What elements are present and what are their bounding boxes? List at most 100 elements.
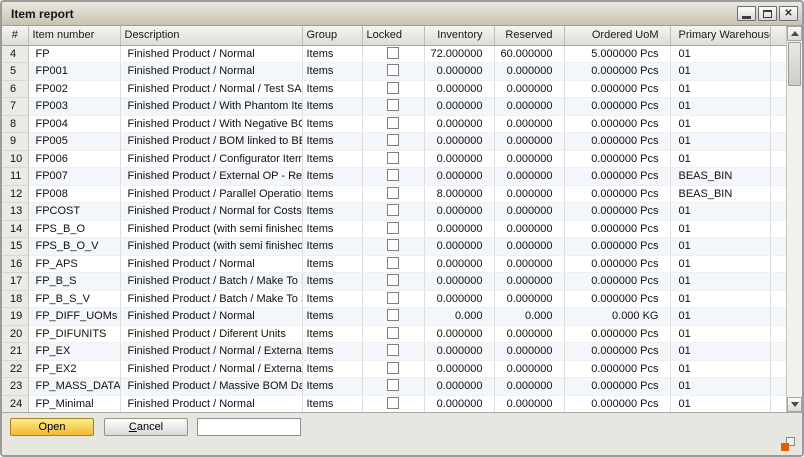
group-cell[interactable]: Items [302,45,362,63]
locked-checkbox[interactable] [387,257,399,269]
reserved-cell[interactable]: 0.000000 [494,360,564,378]
ordered-uom-cell[interactable]: 0.000000 Pcs [564,360,670,378]
reserved-cell[interactable]: 0.000000 [494,185,564,203]
primary-warehouse-cell[interactable]: 01 [670,360,770,378]
inventory-cell[interactable]: 0.000000 [424,115,494,133]
cancel-button[interactable]: Cancel [104,418,188,436]
reserved-cell[interactable]: 0.000000 [494,273,564,291]
column-header-locked[interactable]: Locked [362,26,424,45]
item-number-cell[interactable]: FP007 [28,168,120,186]
primary-warehouse-cell[interactable]: 01 [670,80,770,98]
group-cell[interactable]: Items [302,290,362,308]
item-number-cell[interactable]: FP006 [28,150,120,168]
item-number-cell[interactable]: FP003 [28,98,120,116]
primary-warehouse-cell[interactable]: 01 [670,133,770,151]
item-number-cell[interactable]: FP005 [28,133,120,151]
group-cell[interactable]: Items [302,80,362,98]
minimize-button[interactable] [737,6,756,21]
item-number-cell[interactable]: FP_MASS_DATA [28,378,120,396]
locked-checkbox[interactable] [387,169,399,181]
locked-checkbox[interactable] [387,309,399,321]
primary-warehouse-cell[interactable]: 01 [670,150,770,168]
inventory-cell[interactable]: 0.000000 [424,360,494,378]
table-row[interactable]: 14 FPS_B_O Finished Product (with semi f… [2,220,786,238]
scrollbar-thumb[interactable] [788,42,801,86]
description-cell[interactable]: Finished Product / Batch / Make To St [120,290,302,308]
ordered-uom-cell[interactable]: 0.000000 Pcs [564,325,670,343]
description-cell[interactable]: Finished Product / Normal [120,308,302,326]
item-number-cell[interactable]: FP008 [28,185,120,203]
primary-warehouse-cell[interactable]: 01 [670,63,770,81]
ordered-uom-cell[interactable]: 0.000000 Pcs [564,115,670,133]
table-row[interactable]: 21 FP_EX Finished Product / Normal / Ext… [2,343,786,361]
reserved-cell[interactable]: 0.000000 [494,98,564,116]
table-row[interactable]: 8 FP004 Finished Product / With Negative… [2,115,786,133]
ordered-uom-cell[interactable]: 0.000000 Pcs [564,220,670,238]
group-cell[interactable]: Items [302,360,362,378]
item-number-cell[interactable]: FP [28,45,120,63]
reserved-cell[interactable]: 0.000000 [494,63,564,81]
locked-checkbox[interactable] [387,64,399,76]
ordered-uom-cell[interactable]: 0.000000 Pcs [564,150,670,168]
ordered-uom-cell[interactable]: 0.000 KG [564,308,670,326]
locked-checkbox[interactable] [387,239,399,251]
ordered-uom-cell[interactable]: 0.000000 Pcs [564,273,670,291]
locked-checkbox[interactable] [387,344,399,356]
locked-checkbox[interactable] [387,292,399,304]
primary-warehouse-cell[interactable]: 01 [670,308,770,326]
reserved-cell[interactable]: 0.000000 [494,80,564,98]
primary-warehouse-cell[interactable]: 01 [670,45,770,63]
primary-warehouse-cell[interactable]: 01 [670,115,770,133]
reserved-cell[interactable]: 0.000000 [494,343,564,361]
locked-checkbox[interactable] [387,187,399,199]
group-cell[interactable]: Items [302,238,362,256]
table-row[interactable]: 7 FP003 Finished Product / With Phantom … [2,98,786,116]
item-number-cell[interactable]: FP004 [28,115,120,133]
reserved-cell[interactable]: 0.000000 [494,133,564,151]
locked-checkbox[interactable] [387,327,399,339]
primary-warehouse-cell[interactable]: 01 [670,325,770,343]
description-cell[interactable]: Finished Product / Normal [120,45,302,63]
column-header-group[interactable]: Group [302,26,362,45]
ordered-uom-cell[interactable]: 0.000000 Pcs [564,80,670,98]
description-cell[interactable]: Finished Product / Configurator Item [120,150,302,168]
table-row[interactable]: 10 FP006 Finished Product / Configurator… [2,150,786,168]
open-button[interactable]: Open [10,418,94,436]
locked-checkbox[interactable] [387,362,399,374]
primary-warehouse-cell[interactable]: 01 [670,343,770,361]
inventory-cell[interactable]: 0.000000 [424,220,494,238]
group-cell[interactable]: Items [302,220,362,238]
group-cell[interactable]: Items [302,185,362,203]
ordered-uom-cell[interactable]: 0.000000 Pcs [564,255,670,273]
table-row[interactable]: 9 FP005 Finished Product / BOM linked to… [2,133,786,151]
table-row[interactable]: 5 FP001 Finished Product / Normal Items … [2,63,786,81]
group-cell[interactable]: Items [302,150,362,168]
table-row[interactable]: 15 FPS_B_O_V Finished Product (with semi… [2,238,786,256]
group-cell[interactable]: Items [302,98,362,116]
inventory-cell[interactable]: 0.000000 [424,343,494,361]
description-cell[interactable]: Finished Product (with semi finished) / [120,238,302,256]
description-cell[interactable]: Finished Product / Batch / Make To St [120,273,302,291]
vertical-scrollbar[interactable] [786,26,802,412]
table-row[interactable]: 22 FP_EX2 Finished Product / Normal / Ex… [2,360,786,378]
column-header-ordered-uom[interactable]: Ordered UoM [564,26,670,45]
description-cell[interactable]: Finished Product / Normal [120,395,302,412]
reserved-cell[interactable]: 0.000000 [494,150,564,168]
item-number-cell[interactable]: FPS_B_O_V [28,238,120,256]
item-number-cell[interactable]: FP001 [28,63,120,81]
description-cell[interactable]: Finished Product / Diferent Units [120,325,302,343]
table-row[interactable]: 20 FP_DIFUNITS Finished Product / Difere… [2,325,786,343]
description-cell[interactable]: Finished Product / Normal [120,63,302,81]
ordered-uom-cell[interactable]: 0.000000 Pcs [564,290,670,308]
column-header-number[interactable]: # [2,26,28,45]
group-cell[interactable]: Items [302,255,362,273]
reserved-cell[interactable]: 0.000000 [494,378,564,396]
ordered-uom-cell[interactable]: 0.000000 Pcs [564,378,670,396]
locked-checkbox[interactable] [387,99,399,111]
item-number-cell[interactable]: FP002 [28,80,120,98]
locked-checkbox[interactable] [387,82,399,94]
locked-checkbox[interactable] [387,134,399,146]
ordered-uom-cell[interactable]: 0.000000 Pcs [564,185,670,203]
table-row[interactable]: 23 FP_MASS_DATA Finished Product / Massi… [2,378,786,396]
inventory-cell[interactable]: 0.000 [424,308,494,326]
